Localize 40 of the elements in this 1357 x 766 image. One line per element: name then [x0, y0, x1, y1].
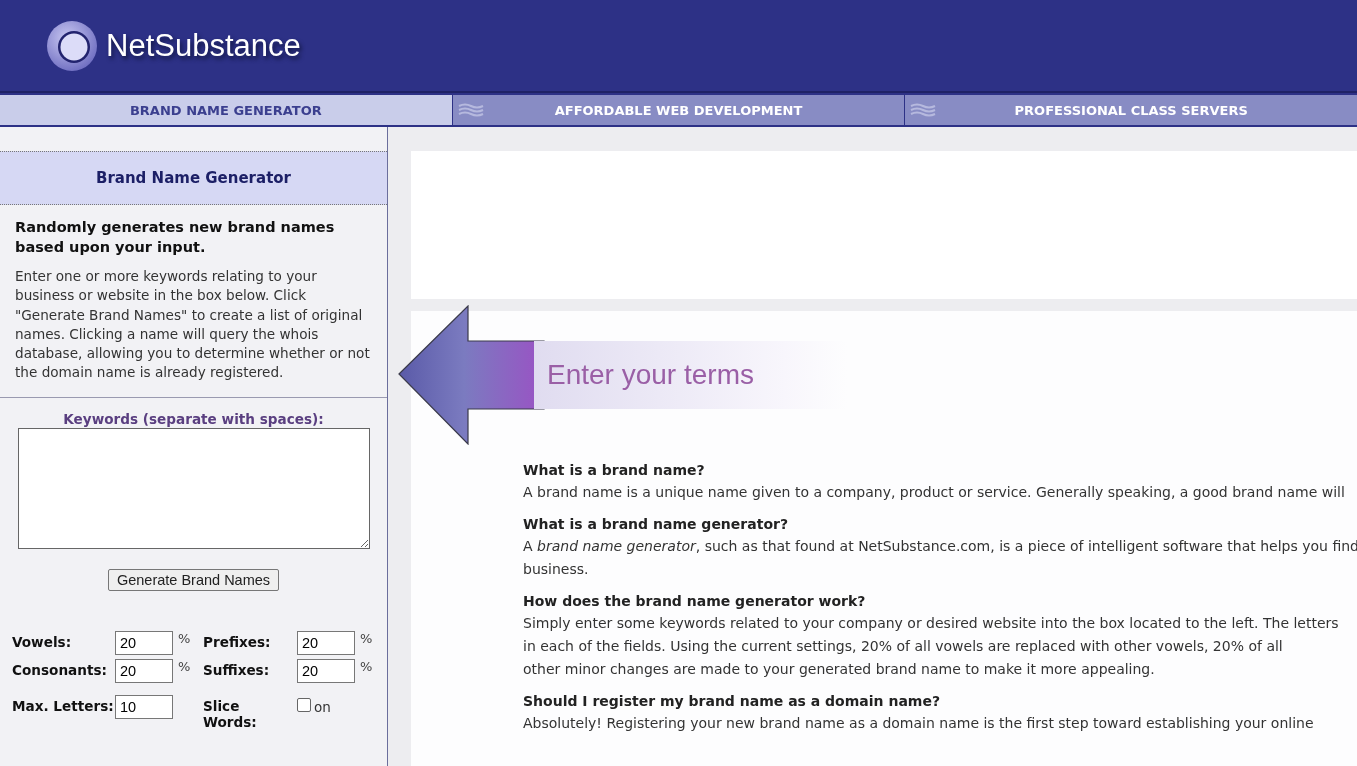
unit-label: % — [360, 658, 373, 674]
checkbox-label: on — [314, 698, 331, 715]
unit-label: % — [178, 630, 191, 646]
number-field[interactable]: 20 — [297, 630, 355, 655]
setting-label: Suffixes: — [203, 660, 271, 678]
circle-logo-icon — [46, 19, 98, 72]
faq-answer-line: A brand name generator, such as that found at NetSubstance.com, is a piece of intelligent software that helps you find — [523, 537, 1357, 556]
unit-label: % — [360, 630, 373, 646]
generate-button[interactable]: Generate Brand Names — [107, 568, 280, 591]
wave-icon — [457, 103, 484, 117]
faq-answer-line: Absolutely! Registering your new brand name as a domain name is the first step toward establishing your online — [523, 714, 1315, 733]
setting-label: Prefixes: — [203, 632, 272, 650]
left-arrow-icon — [398, 305, 546, 445]
keywords-field[interactable] — [17, 427, 370, 549]
unit-label: % — [178, 658, 191, 674]
number-field[interactable]: 20 — [115, 630, 173, 655]
number-field[interactable]: 10 — [115, 694, 173, 719]
faq-answer-line: business. — [523, 560, 590, 579]
lead-text: Randomly generates new brand names based upon your input. — [15, 218, 336, 257]
sidebar-title: Brand Name Generator — [0, 151, 387, 205]
number-field[interactable]: 20 — [115, 658, 173, 683]
faq-question: How does the brand name generator work? — [523, 592, 867, 611]
nav-tab[interactable]: BRAND NAME GENERATOR — [0, 95, 452, 125]
keywords-label: Keywords (separate with spaces): — [63, 410, 324, 427]
wave-icon — [910, 103, 937, 117]
setting-label: Consonants: — [12, 660, 108, 678]
faq-answer-line: in each of the fields. Using the current settings, 20% of all vowels are replaced with other vowels, 20% of all — [523, 637, 1284, 656]
description-text: Enter one or more keywords relating to your business or website in the box below. Click "Generate Brand Names" to create a list of original names. Clicking a name will query the whois database, allowing you to determine whether or not the domain name is already registered. — [15, 267, 371, 383]
faq-answer-line: other minor changes are made to your generated brand name to make it more appealing. — [523, 660, 1156, 679]
faq-question: Should I register my brand name as a domain name? — [523, 692, 942, 711]
faq-question: What is a brand name generator? — [523, 515, 790, 534]
faq-answer-line: A brand name is a unique name given to a company, product or service. Generally speaking, a good brand name will — [523, 483, 1346, 502]
faq-question: What is a brand name? — [523, 461, 706, 480]
setting-label: Slice Words: — [203, 696, 258, 730]
number-field[interactable]: 20 — [297, 658, 355, 683]
faq-answer-line: Simply enter some keywords related to your company or desired website into the box located to the left. The letters — [523, 614, 1340, 633]
setting-label: Max. Letters: — [12, 696, 115, 714]
logo-text[interactable]: NetSubstance — [106, 27, 301, 64]
checkbox[interactable] — [297, 697, 311, 712]
setting-label: Vowels: — [12, 632, 73, 650]
